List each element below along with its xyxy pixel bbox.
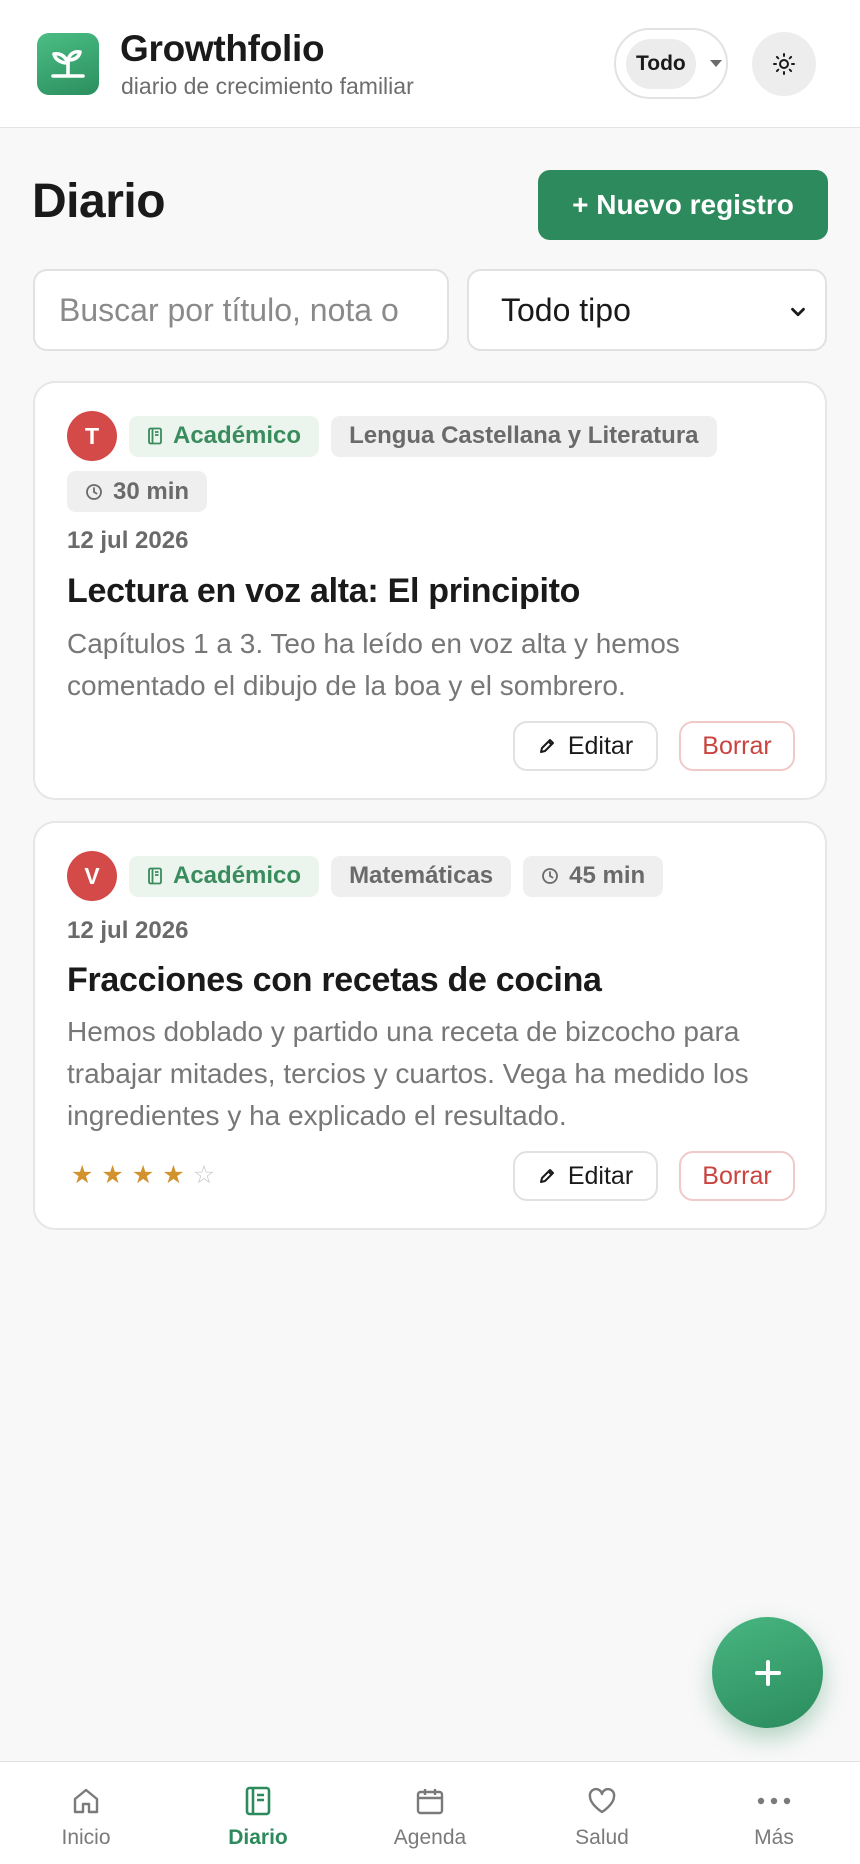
- new-entry-button[interactable]: + Nuevo registro: [538, 170, 828, 240]
- edit-button[interactable]: Editar: [513, 1151, 658, 1201]
- chevron-down-icon: [791, 307, 805, 317]
- plus-icon: [754, 1659, 781, 1686]
- sun-icon: [773, 53, 795, 75]
- star-filled-icon: ★: [101, 1161, 124, 1189]
- star-filled-icon: ★: [162, 1161, 185, 1189]
- edit-label: Editar: [567, 1161, 634, 1190]
- category-chip: Académico: [129, 855, 320, 897]
- entry-tags: V Académico Matemáticas 45 min: [67, 851, 787, 901]
- search-input[interactable]: [33, 269, 449, 351]
- book-icon: [147, 427, 163, 445]
- pencil-icon: [538, 737, 556, 755]
- clock-icon: [85, 483, 103, 501]
- app-name: Growthfolio: [120, 28, 325, 69]
- nav-label: Inicio: [61, 1826, 111, 1849]
- journal-icon: [244, 1784, 272, 1818]
- nav-label: Más: [754, 1826, 794, 1849]
- bottom-nav: Inicio Diario Agenda Salud Más: [0, 1761, 860, 1864]
- nav-item-inicio[interactable]: Inicio: [0, 1762, 172, 1864]
- nav-label: Salud: [575, 1826, 629, 1849]
- category-label: Académico: [173, 422, 302, 449]
- category-label: Académico: [173, 862, 302, 889]
- duration-chip: 45 min: [523, 855, 664, 897]
- rating-stars: ★ ★ ★ ★ ☆: [71, 1160, 215, 1190]
- edit-label: Editar: [567, 731, 634, 760]
- app-tagline: diario de crecimiento familiar: [121, 73, 414, 99]
- calendar-icon: [415, 1784, 445, 1818]
- pencil-icon: [538, 1167, 556, 1185]
- star-filled-icon: ★: [71, 1161, 94, 1189]
- child-filter-value: Todo: [626, 38, 696, 89]
- duration-chip: 30 min: [67, 471, 208, 512]
- sprout-icon[interactable]: [37, 33, 99, 95]
- entry-date: 12 jul 2026: [67, 527, 189, 554]
- theme-toggle-button[interactable]: [752, 32, 816, 96]
- nav-item-salud[interactable]: Salud: [516, 1762, 688, 1864]
- nav-item-mas[interactable]: Más: [688, 1762, 860, 1864]
- entry-note: Capítulos 1 a 3. Teo ha leído en voz alt…: [67, 628, 680, 701]
- subject-chip: Lengua Castellana y Literatura: [331, 415, 717, 457]
- avatar: T: [67, 411, 117, 461]
- nav-item-diario[interactable]: Diario: [172, 1762, 344, 1864]
- entry-title: Lectura en voz alta: El principito: [67, 572, 581, 610]
- entry-title: Fracciones con recetas de cocina: [67, 961, 602, 999]
- delete-button[interactable]: Borrar: [679, 1151, 795, 1201]
- clock-icon: [541, 867, 559, 885]
- child-filter-select[interactable]: Todo: [614, 28, 728, 99]
- avatar: V: [67, 851, 117, 901]
- delete-button[interactable]: Borrar: [679, 721, 795, 771]
- duration-label: 45 min: [569, 862, 646, 889]
- more-icon: [756, 1784, 792, 1818]
- category-chip: Académico: [129, 415, 320, 457]
- nav-label: Agenda: [393, 1826, 467, 1849]
- type-filter-select[interactable]: Todo tipo: [467, 269, 827, 351]
- star-empty-icon: ☆: [192, 1161, 216, 1189]
- book-icon: [147, 867, 163, 885]
- app-header: Growthfolio diario de crecimiento famili…: [0, 0, 860, 128]
- edit-button[interactable]: Editar: [513, 721, 658, 771]
- nav-label: Diario: [228, 1826, 288, 1849]
- add-entry-fab[interactable]: [712, 1617, 823, 1728]
- entry-date: 12 jul 2026: [67, 917, 189, 944]
- caret-down-icon: [709, 60, 722, 67]
- type-filter-value: Todo tipo: [501, 291, 631, 328]
- duration-label: 30 min: [113, 477, 190, 505]
- page-title: Diario: [32, 175, 166, 228]
- home-icon: [71, 1784, 101, 1818]
- subject-chip: Matemáticas: [331, 855, 512, 897]
- heart-icon: [587, 1784, 617, 1818]
- entry-note: Hemos doblado y partido una receta de bi…: [67, 1016, 749, 1131]
- nav-item-agenda[interactable]: Agenda: [344, 1762, 516, 1864]
- journal-entry-card[interactable]: T Académico Lengua Castellana y Literatu…: [33, 381, 827, 800]
- journal-entry-card[interactable]: V Académico Matemáticas 45 min 12 jul 20…: [33, 821, 827, 1230]
- star-filled-icon: ★: [131, 1161, 155, 1189]
- entry-tags: T Académico Lengua Castellana y Literatu…: [67, 411, 787, 512]
